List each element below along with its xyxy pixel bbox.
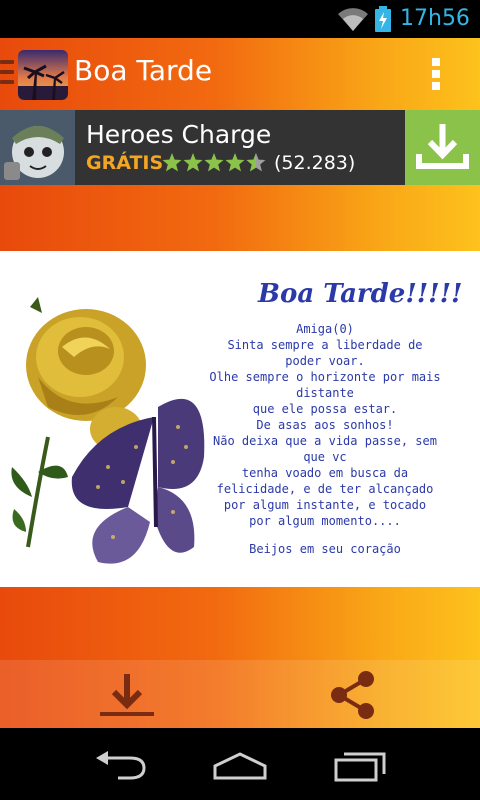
home-icon[interactable] bbox=[212, 750, 268, 780]
bottom-toolbar bbox=[0, 660, 480, 728]
wifi-icon bbox=[338, 8, 368, 31]
download-icon bbox=[100, 674, 154, 716]
ad-download-button[interactable] bbox=[405, 110, 480, 185]
card-line: que ele possa estar. bbox=[252, 402, 398, 416]
ad-title: Heroes Charge bbox=[86, 120, 272, 149]
action-bar: Boa Tarde bbox=[0, 38, 480, 110]
ad-banner[interactable]: Heroes Charge GRÁTIS (52.283) bbox=[0, 110, 480, 185]
app-icon[interactable] bbox=[18, 50, 68, 100]
download-button[interactable] bbox=[98, 672, 156, 718]
card-message: Amiga(0) Sinta sempre a liberdade de pod… bbox=[206, 321, 444, 557]
share-button[interactable] bbox=[328, 670, 376, 720]
drawer-icon[interactable] bbox=[0, 60, 14, 86]
ad-app-icon[interactable] bbox=[0, 110, 75, 185]
card-line: Sinta sempre a liberdade de poder voar. bbox=[227, 338, 423, 368]
card-line: Beijos em seu coração bbox=[249, 542, 401, 556]
card-title: Boa Tarde!!!!! bbox=[258, 279, 463, 309]
download-icon bbox=[416, 124, 469, 169]
share-icon bbox=[331, 671, 374, 719]
overflow-menu-icon[interactable] bbox=[432, 58, 442, 92]
card-line: por algum instante, e tocado bbox=[223, 498, 427, 512]
back-icon[interactable] bbox=[92, 750, 148, 780]
status-time: 17h56 bbox=[400, 6, 470, 31]
battery-charging-icon bbox=[375, 6, 391, 32]
card-line: tenha voado em busca da felicidade, e de… bbox=[216, 466, 434, 496]
page-title: Boa Tarde bbox=[74, 54, 213, 87]
rating-stars bbox=[162, 153, 266, 172]
card-line: Não deixa que a vida passe, sem que vc bbox=[213, 434, 437, 464]
navigation-bar bbox=[0, 728, 480, 800]
card-line: por algum momento.... bbox=[249, 514, 401, 528]
recents-icon[interactable] bbox=[332, 748, 388, 782]
card-line: De asas aos sonhos! bbox=[256, 418, 394, 432]
card-line: Olhe sempre o horizonte por mais distant… bbox=[209, 370, 441, 400]
ad-price-label: GRÁTIS bbox=[86, 152, 164, 174]
rose-butterfly-illustration bbox=[11, 297, 205, 564]
status-bar: 17h56 bbox=[0, 0, 480, 38]
card-line: Amiga(0) bbox=[296, 322, 354, 336]
greeting-card-image: Boa Tarde!!!!! Amiga(0) Sinta sempre a l… bbox=[0, 251, 480, 587]
ad-review-count: (52.283) bbox=[274, 152, 356, 174]
app-content: Boa Tarde Heroes Charge GRÁTIS (52.283) … bbox=[0, 38, 480, 728]
